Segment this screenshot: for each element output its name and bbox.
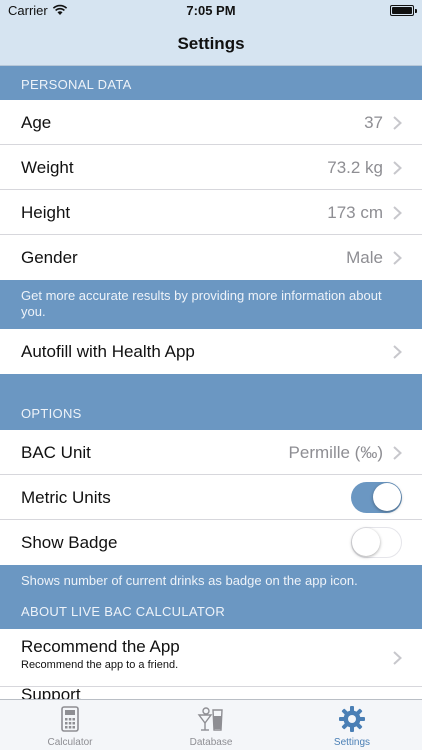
- row-label: Weight: [21, 158, 74, 177]
- row-support[interactable]: Support: [0, 685, 422, 699]
- page-title: Settings: [177, 34, 245, 53]
- row-show-badge: Show Badge: [0, 520, 422, 565]
- row-label: Height: [21, 203, 71, 222]
- section-header-options: OPTIONS: [21, 406, 82, 421]
- row-value: Permille (‰): [288, 443, 383, 462]
- row-value: 37: [364, 113, 383, 132]
- row-label: Metric Units: [21, 488, 111, 507]
- chevron-right-icon: [393, 161, 402, 175]
- row-gender[interactable]: Gender Male: [0, 235, 422, 280]
- row-height[interactable]: Height 173 cm: [0, 190, 422, 235]
- metric-units-toggle[interactable]: [351, 482, 402, 513]
- section-header-about: ABOUT LIVE BAC CALCULATOR: [21, 604, 226, 619]
- tab-settings[interactable]: Settings: [282, 700, 422, 750]
- row-weight[interactable]: Weight 73.2 kg: [0, 145, 422, 190]
- navigation-bar: Settings: [0, 22, 422, 66]
- row-bac-unit[interactable]: BAC Unit Permille (‰): [0, 430, 422, 475]
- row-label: Age: [21, 113, 52, 132]
- battery-icon: [390, 5, 417, 16]
- chevron-right-icon: [393, 116, 402, 130]
- row-recommend-app[interactable]: Recommend the App Recommend the app to a…: [0, 629, 422, 687]
- row-label: Support: [21, 685, 81, 699]
- show-badge-toggle[interactable]: [351, 527, 402, 558]
- row-label: Recommend the App: [21, 637, 180, 656]
- row-label: BAC Unit: [21, 443, 91, 462]
- row-value: Male: [346, 248, 383, 267]
- row-age[interactable]: Age 37: [0, 100, 422, 145]
- options-footer-note: Shows number of current drinks as badge …: [21, 573, 358, 588]
- clock: 7:05 PM: [186, 3, 236, 18]
- tab-label: Calculator: [47, 737, 93, 748]
- calculator-icon: [61, 706, 79, 732]
- tab-label: Database: [189, 737, 233, 748]
- tab-calculator[interactable]: Calculator: [0, 700, 140, 750]
- row-sublabel: Recommend the app to a friend.: [21, 659, 179, 671]
- personal-footer-note: Get more accurate results by providing m…: [21, 288, 382, 319]
- chevron-right-icon: [393, 446, 402, 460]
- toggle-knob: [373, 483, 401, 511]
- section-header-personal: PERSONAL DATA: [21, 77, 132, 92]
- chevron-right-icon: [393, 251, 402, 265]
- row-label: Show Badge: [21, 533, 118, 552]
- row-autofill-health[interactable]: Autofill with Health App: [0, 329, 422, 374]
- tab-database[interactable]: Database: [141, 700, 281, 750]
- row-label: Autofill with Health App: [21, 342, 195, 361]
- chevron-right-icon: [393, 206, 402, 220]
- chevron-right-icon: [393, 651, 402, 665]
- gear-icon: [339, 706, 365, 732]
- drinks-icon: [197, 707, 223, 731]
- chevron-right-icon: [393, 345, 402, 359]
- toggle-knob: [352, 528, 380, 556]
- row-value: 73.2 kg: [327, 158, 383, 177]
- row-metric-units: Metric Units: [0, 475, 422, 520]
- row-value: 173 cm: [327, 203, 383, 222]
- row-label: Gender: [21, 248, 78, 267]
- status-bar: Carrier 7:05 PM: [0, 0, 422, 22]
- settings-list[interactable]: PERSONAL DATA Age 37 Weight 73.2 kg Heig…: [0, 66, 422, 699]
- tab-bar: Calculator Database Settings: [0, 699, 422, 750]
- tab-label: Settings: [333, 737, 371, 748]
